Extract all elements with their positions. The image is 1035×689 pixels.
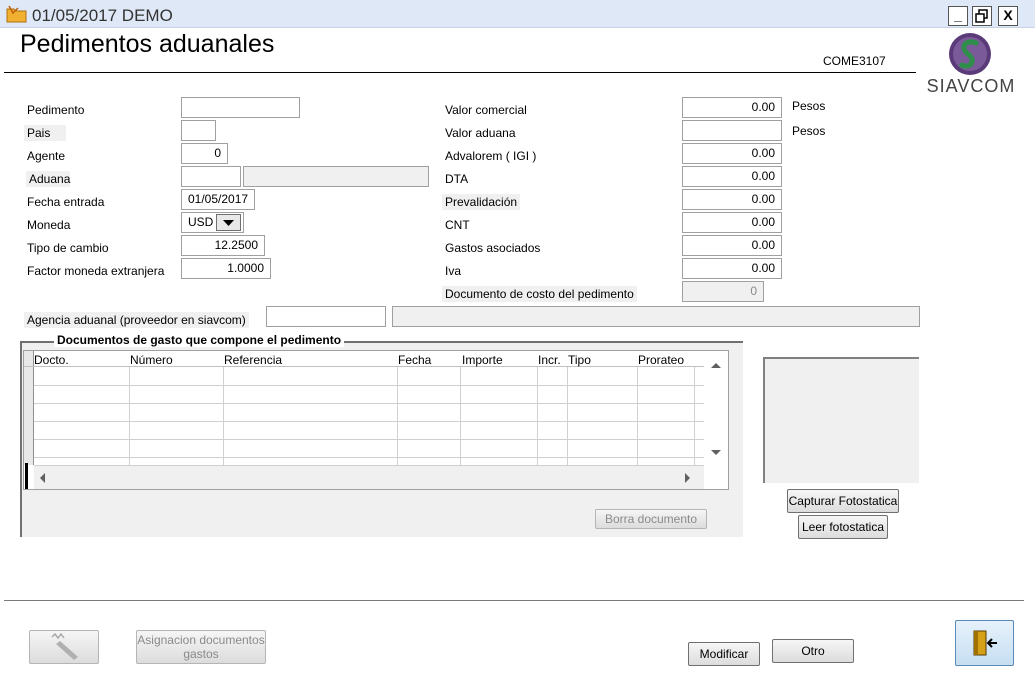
signature-button[interactable] [29, 630, 99, 664]
prevalidacion-label: Prevalidación [442, 194, 521, 210]
scroll-left-icon[interactable] [37, 472, 47, 487]
grid-col-line [223, 367, 224, 465]
leer-fotostatica-button[interactable]: Leer fotostatica [798, 515, 888, 539]
col-numero[interactable]: Número [130, 353, 173, 367]
factor-moneda-input[interactable]: 1.0000 [181, 258, 271, 279]
page-title: Pedimentos aduanales [20, 30, 275, 58]
tipo-cambio-label: Tipo de cambio [27, 241, 109, 255]
agente-input[interactable]: 0 [181, 143, 228, 164]
col-referencia[interactable]: Referencia [224, 353, 282, 367]
iva-label: Iva [445, 264, 462, 278]
borra-documento-button[interactable]: Borra documento [595, 509, 707, 529]
table-row[interactable] [34, 385, 706, 386]
capturar-fotostatica-label: Capturar Fotostatica [788, 494, 898, 508]
col-tipo[interactable]: Tipo [568, 353, 591, 367]
form-code: COME3107 [823, 54, 886, 68]
col-docto[interactable]: Docto. [34, 353, 69, 367]
doc-costo-input: 0 [682, 281, 764, 302]
grid-col-line [694, 367, 695, 465]
doc-costo-label: Documento de costo del pedimento [442, 286, 637, 302]
horizontal-scrollbar[interactable] [34, 465, 704, 489]
table-row[interactable] [34, 457, 706, 458]
grid-row-header-strip [24, 351, 34, 465]
table-row[interactable] [34, 421, 706, 422]
grid-col-line [460, 367, 461, 465]
table-row[interactable] [34, 439, 706, 440]
grid-col-line [567, 367, 568, 465]
grid-header [24, 351, 708, 367]
agente-label: Agente [27, 149, 66, 163]
documents-grid[interactable]: Docto. Número Referencia Fecha Importe I… [23, 350, 729, 490]
dta-input[interactable]: 0.00 [682, 166, 782, 187]
exit-button[interactable] [955, 620, 1014, 666]
header-divider [4, 72, 916, 73]
pedimento-label: Pedimento [27, 103, 85, 117]
aduana-input[interactable] [181, 166, 241, 187]
footer-divider [4, 600, 1024, 601]
folder-icon [6, 5, 27, 23]
asignacion-documentos-button[interactable]: Asignacion documentos gastos [136, 630, 266, 664]
tipo-cambio-input[interactable]: 12.2500 [181, 235, 265, 256]
siavcom-logo: SIAVCOM [924, 32, 1018, 98]
factor-moneda-label: Factor moneda extranjera [27, 264, 165, 278]
iva-input[interactable]: 0.00 [682, 258, 782, 279]
prevalidacion-input[interactable]: 0.00 [682, 189, 782, 210]
dropdown-arrow-icon[interactable] [216, 214, 241, 231]
dta-label: DTA [445, 172, 469, 186]
signature-icon [34, 632, 94, 664]
valor-aduana-label: Valor aduana [445, 126, 516, 140]
col-prorateo[interactable]: Prorateo [638, 353, 684, 367]
pais-label: Pais [24, 125, 66, 141]
valor-comercial-input[interactable]: 0.00 [682, 97, 782, 118]
scroll-down-icon[interactable] [709, 447, 723, 461]
moneda-select[interactable]: USD [181, 212, 244, 233]
agencia-input[interactable] [266, 306, 386, 327]
col-importe[interactable]: Importe [462, 353, 503, 367]
grid-col-line [129, 367, 130, 465]
scroll-up-icon[interactable] [709, 359, 723, 373]
col-incr[interactable]: Incr. [538, 353, 561, 367]
grid-col-line [397, 367, 398, 465]
gastos-asociados-label: Gastos asociados [445, 241, 541, 255]
col-fecha[interactable]: Fecha [398, 353, 431, 367]
valor-aduana-input[interactable] [682, 120, 782, 141]
valor-comercial-unit: Pesos [792, 99, 826, 113]
cnt-input[interactable]: 0.00 [682, 212, 782, 233]
moneda-label: Moneda [27, 218, 71, 232]
documents-group-title: Documentos de gasto que compone el pedim… [54, 333, 345, 347]
cnt-label: CNT [445, 218, 470, 232]
advalorem-input[interactable]: 0.00 [682, 143, 782, 164]
fotostatica-image [763, 357, 919, 483]
current-row-marker [25, 463, 28, 489]
otro-button[interactable]: Otro [772, 639, 854, 663]
restore-button[interactable] [972, 6, 992, 26]
agencia-label: Agencia aduanal (proveedor en siavcom) [24, 312, 249, 328]
minimize-button[interactable]: _ [948, 6, 968, 26]
fecha-entrada-input[interactable]: 01/05/2017 [181, 189, 255, 210]
scroll-right-icon[interactable] [683, 472, 693, 487]
vertical-scrollbar[interactable] [704, 351, 728, 465]
table-row[interactable] [34, 403, 706, 404]
brand-name: SIAVCOM [926, 76, 1016, 96]
leer-fotostatica-label: Leer fotostatica [801, 520, 885, 534]
pais-input[interactable] [181, 120, 216, 141]
window-title: 01/05/2017 DEMO [32, 6, 173, 25]
exit-door-icon [969, 630, 1001, 661]
agencia-description [392, 306, 920, 327]
fecha-entrada-label: Fecha entrada [27, 195, 105, 209]
title-bar: 01/05/2017 DEMO _ X [0, 0, 1035, 28]
close-button[interactable]: X [998, 6, 1018, 26]
gastos-asociados-input[interactable]: 0.00 [682, 235, 782, 256]
modificar-button[interactable]: Modificar [688, 642, 760, 666]
grid-col-line [637, 367, 638, 465]
valor-comercial-label: Valor comercial [445, 103, 527, 117]
grid-col-line [537, 367, 538, 465]
advalorem-label: Advalorem ( IGI ) [445, 149, 537, 163]
aduana-description [243, 166, 429, 187]
moneda-value: USD [188, 215, 214, 229]
pedimento-input[interactable] [181, 97, 300, 118]
aduana-label: Aduana [26, 171, 70, 187]
capturar-fotostatica-button[interactable]: Capturar Fotostatica [787, 489, 899, 513]
valor-aduana-unit: Pesos [792, 124, 826, 138]
